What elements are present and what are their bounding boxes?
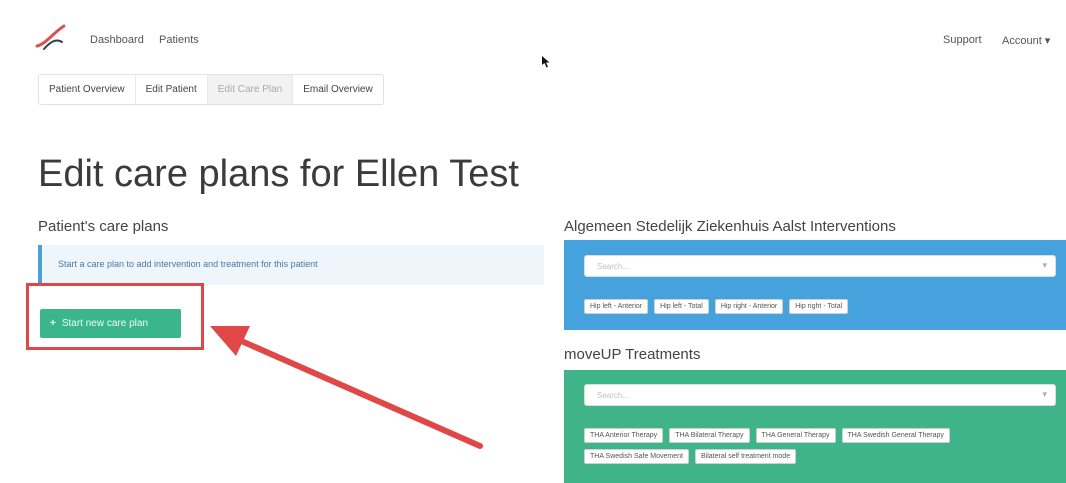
treatment-tag[interactable]: THA Swedish Safe Movement	[584, 449, 689, 464]
interventions-select[interactable]: Search... ▾	[584, 255, 1056, 277]
tab-edit-patient[interactable]: Edit Patient	[136, 75, 208, 104]
page-title: Edit care plans for Ellen Test	[38, 153, 519, 195]
moveup-logo-icon[interactable]	[34, 22, 74, 52]
tab-edit-care-plan[interactable]: Edit Care Plan	[207, 75, 294, 104]
interventions-select-placeholder: Search...	[597, 262, 630, 271]
info-alert: Start a care plan to add intervention an…	[38, 245, 544, 285]
patient-tabs: Patient Overview Edit Patient Edit Care …	[38, 74, 384, 105]
account-menu[interactable]: Account ▾	[1002, 34, 1050, 47]
chevron-down-icon: ▾	[1042, 260, 1047, 270]
treatment-tag[interactable]: THA Bilateral Therapy	[669, 428, 750, 443]
treatment-tag[interactable]: THA Swedish General Therapy	[841, 428, 950, 443]
interventions-heading: Algemeen Stedelijk Ziekenhuis Aalst Inte…	[564, 218, 896, 235]
treatment-tag[interactable]: Bilateral self treatment mode	[695, 449, 797, 464]
intervention-tag[interactable]: Hip right - Total	[789, 299, 849, 314]
treatments-panel: Search... ▾ THA Anterior Therapy THA Bil…	[564, 370, 1066, 483]
interventions-tag-list: Hip left - Anterior Hip left - Total Hip…	[584, 299, 1056, 314]
nav-support-link[interactable]: Support	[943, 34, 982, 46]
treatments-tag-list: THA Anterior Therapy THA Bilateral Thera…	[584, 428, 1056, 464]
intervention-tag[interactable]: Hip left - Total	[654, 299, 709, 314]
mouse-cursor-icon	[542, 56, 550, 68]
interventions-panel: Search... ▾ Hip left - Anterior Hip left…	[564, 240, 1066, 330]
red-arrow-annotation	[210, 326, 483, 449]
nav-dashboard-link[interactable]: Dashboard	[90, 34, 144, 46]
start-new-care-plan-button[interactable]: + Start new care plan	[40, 309, 181, 338]
treatment-tag[interactable]: THA General Therapy	[755, 428, 836, 443]
treatment-tag[interactable]: THA Anterior Therapy	[584, 428, 664, 443]
info-alert-text: Start a care plan to add intervention an…	[58, 259, 318, 269]
chevron-down-icon: ▾	[1042, 389, 1047, 399]
intervention-tag[interactable]: Hip left - Anterior	[584, 299, 649, 314]
treatments-heading: moveUP Treatments	[564, 346, 701, 363]
plus-icon: +	[50, 318, 56, 329]
tab-patient-overview[interactable]: Patient Overview	[39, 75, 136, 104]
intervention-tag[interactable]: Hip right - Anterior	[714, 299, 784, 314]
nav-patients-link[interactable]: Patients	[159, 34, 199, 46]
start-button-label: Start new care plan	[61, 318, 149, 329]
treatments-select-placeholder: Search...	[597, 391, 630, 400]
tab-email-overview[interactable]: Email Overview	[293, 75, 382, 104]
patient-care-plans-heading: Patient's care plans	[38, 218, 169, 235]
treatments-select[interactable]: Search... ▾	[584, 384, 1056, 406]
